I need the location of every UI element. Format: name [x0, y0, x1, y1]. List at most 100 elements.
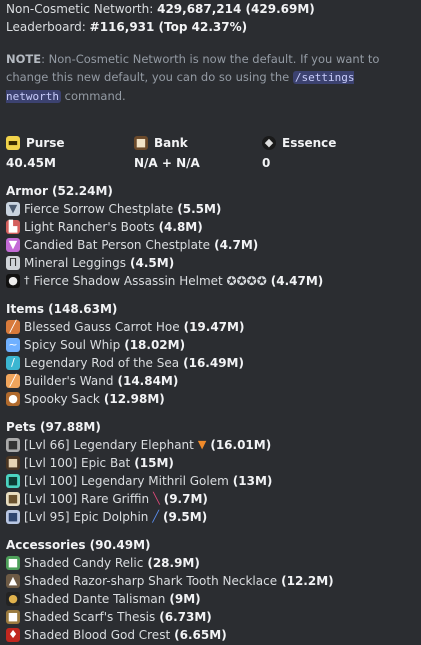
item-value: (16.01M)	[210, 438, 272, 452]
list-item: ■ [Lvl 95] Epic Dolphin ╱ (9.5M)	[6, 508, 415, 526]
list-item: ▙ Light Rancher's Boots (4.8M)	[6, 218, 415, 236]
item-value: (15M)	[134, 456, 174, 470]
item-name: [Lvl 66] Legendary Elephant	[24, 438, 194, 452]
item-name: [Lvl 95] Epic Dolphin	[24, 510, 149, 524]
list-item: ■ Shaded Scarf's Thesis (6.73M)	[6, 608, 415, 626]
item-name: Shaded Scarf's Thesis	[24, 610, 156, 624]
stats-row: ▬ Purse 40.45M ■ Bank N/A + N/A ◆ Essence 0	[6, 134, 415, 172]
stat-purse: ▬ Purse 40.45M	[6, 134, 134, 172]
note-text: NOTE: Non-Cosmetic Networth is now the d…	[6, 50, 415, 106]
book-icon: ■	[6, 610, 20, 624]
item-value: (4.7M)	[214, 238, 259, 252]
item-value: (4.8M)	[158, 220, 203, 234]
leggings-icon: Π	[6, 256, 20, 270]
bank-icon: ■	[134, 136, 148, 150]
list-item: ~ Spicy Soul Whip (18.02M)	[6, 336, 415, 354]
stat-purse-value: 40.45M	[6, 156, 56, 170]
golem-icon: ■	[6, 474, 20, 488]
armor-title: Armor (52.24M)	[6, 184, 113, 198]
item-name: Spooky Sack	[24, 392, 100, 406]
list-item: ■ [Lvl 100] Legendary Mithril Golem (13M)	[6, 472, 415, 490]
list-item: Π Mineral Leggings (4.5M)	[6, 254, 415, 272]
list-item: ▼ Fierce Sorrow Chestplate (5.5M)	[6, 200, 415, 218]
whip-icon: ~	[6, 338, 20, 352]
sword-icon: ╲	[153, 492, 160, 505]
leaderboard-line: Leaderboard: #116,931 (Top 42.37%)	[6, 18, 415, 36]
list-item: ● Shaded Dante Talisman (9M)	[6, 590, 415, 608]
item-name: [Lvl 100] Rare Griffin	[24, 492, 150, 506]
dolphin-icon: ■	[6, 510, 20, 524]
dagger-icon: †	[24, 274, 30, 287]
pets-section: Pets (97.88M) ■ [Lvl 66] Legendary Elepha…	[6, 418, 415, 526]
list-item: ╱ Builder's Wand (14.84M)	[6, 372, 415, 390]
item-value: (5.5M)	[177, 202, 222, 216]
item-value: (18.02M)	[124, 338, 186, 352]
item-value: (12.2M)	[281, 574, 334, 588]
item-name: Legendary Rod of the Sea	[24, 356, 180, 370]
bat-icon: ■	[6, 456, 20, 470]
items-section: Items (148.63M) ╱ Blessed Gauss Carrot Ho…	[6, 300, 415, 408]
item-value: (6.73M)	[159, 610, 212, 624]
relic-icon: ■	[6, 556, 20, 570]
rod-icon: ╱	[152, 510, 160, 523]
stat-bank-value: N/A + N/A	[134, 156, 200, 170]
helmet-icon: ●	[6, 274, 20, 288]
item-value: (6.65M)	[174, 628, 227, 642]
stat-essence: ◆ Essence 0	[262, 134, 390, 172]
item-name: Fierce Sorrow Chestplate	[24, 202, 174, 216]
item-name: Shaded Razor-sharp Shark Tooth Necklace	[24, 574, 278, 588]
item-name: [Lvl 100] Legendary Mithril Golem	[24, 474, 229, 488]
elephant-icon: ■	[6, 438, 20, 452]
note-tail: command.	[64, 89, 126, 103]
item-value: (28.9M)	[147, 556, 200, 570]
talisman-icon: ●	[6, 592, 20, 606]
item-name: Spicy Soul Whip	[24, 338, 121, 352]
item-name: Shaded Blood God Crest	[24, 628, 171, 642]
item-value: (4.47M)	[270, 274, 324, 288]
boots-icon: ▙	[6, 220, 20, 234]
item-name: Builder's Wand	[24, 374, 114, 388]
carrot-icon: ▼	[197, 438, 207, 451]
accessories-section: Accessories (90.49M) ■ Shaded Candy Relic…	[6, 536, 415, 644]
item-name: [Lvl 100] Epic Bat	[24, 456, 131, 470]
purse-icon: ▬	[6, 136, 20, 150]
list-item: ■ [Lvl 100] Rare Griffin ╲ (9.7M)	[6, 490, 415, 508]
essence-icon: ◆	[262, 136, 276, 150]
leaderboard-label: Leaderboard:	[6, 20, 86, 34]
note-label: NOTE	[6, 52, 42, 66]
list-item: ♦ Shaded Blood God Crest (6.65M)	[6, 626, 415, 644]
item-name: Shaded Dante Talisman	[24, 592, 166, 606]
sack-icon: ●	[6, 392, 20, 406]
networth-line: Non-Cosmetic Networth: 429,687,214 (429.…	[6, 0, 415, 18]
networth-label: Non-Cosmetic Networth:	[6, 2, 154, 16]
crest-icon: ♦	[6, 628, 20, 642]
griffin-icon: ■	[6, 492, 20, 506]
items-title: Items (148.63M)	[6, 302, 118, 316]
list-item: ■ Shaded Candy Relic (28.9M)	[6, 554, 415, 572]
hoe-icon: ╱	[6, 320, 20, 334]
stat-essence-value: 0	[262, 156, 271, 170]
item-value: (16.49M)	[183, 356, 244, 370]
stat-bank: ■ Bank N/A + N/A	[134, 134, 262, 172]
item-name: Blessed Gauss Carrot Hoe	[24, 320, 180, 334]
item-name: Fierce Shadow Assassin Helmet ✪✪✪✪	[33, 274, 267, 288]
networth-value: 429,687,214 (429.69M)	[157, 2, 315, 16]
item-value: (9.5M)	[163, 510, 208, 524]
leaderboard-value: #116,931 (Top 42.37%)	[89, 20, 248, 34]
stat-purse-label: Purse	[26, 136, 65, 150]
shark-tooth-icon: ▲	[6, 574, 20, 588]
list-item: ▲ Shaded Razor-sharp Shark Tooth Necklace…	[6, 572, 415, 590]
item-value: (4.5M)	[130, 256, 175, 270]
armor-section: Armor (52.24M) ▼ Fierce Sorrow Chestplate…	[6, 182, 415, 290]
item-name: Candied Bat Person Chestplate	[24, 238, 211, 252]
networth-embed: Non-Cosmetic Networth: 429,687,214 (429.…	[0, 0, 421, 644]
item-value: (9M)	[169, 592, 201, 606]
stat-bank-label: Bank	[154, 136, 188, 150]
list-item: ■ [Lvl 66] Legendary Elephant ▼ (16.01M)	[6, 436, 415, 454]
list-item: ╱ Blessed Gauss Carrot Hoe (19.47M)	[6, 318, 415, 336]
item-name: Shaded Candy Relic	[24, 556, 144, 570]
list-item: ■ [Lvl 100] Epic Bat (15M)	[6, 454, 415, 472]
list-item: ▼ Candied Bat Person Chestplate (4.7M)	[6, 236, 415, 254]
bat-chestplate-icon: ▼	[6, 238, 20, 252]
item-value: (12.98M)	[103, 392, 165, 406]
